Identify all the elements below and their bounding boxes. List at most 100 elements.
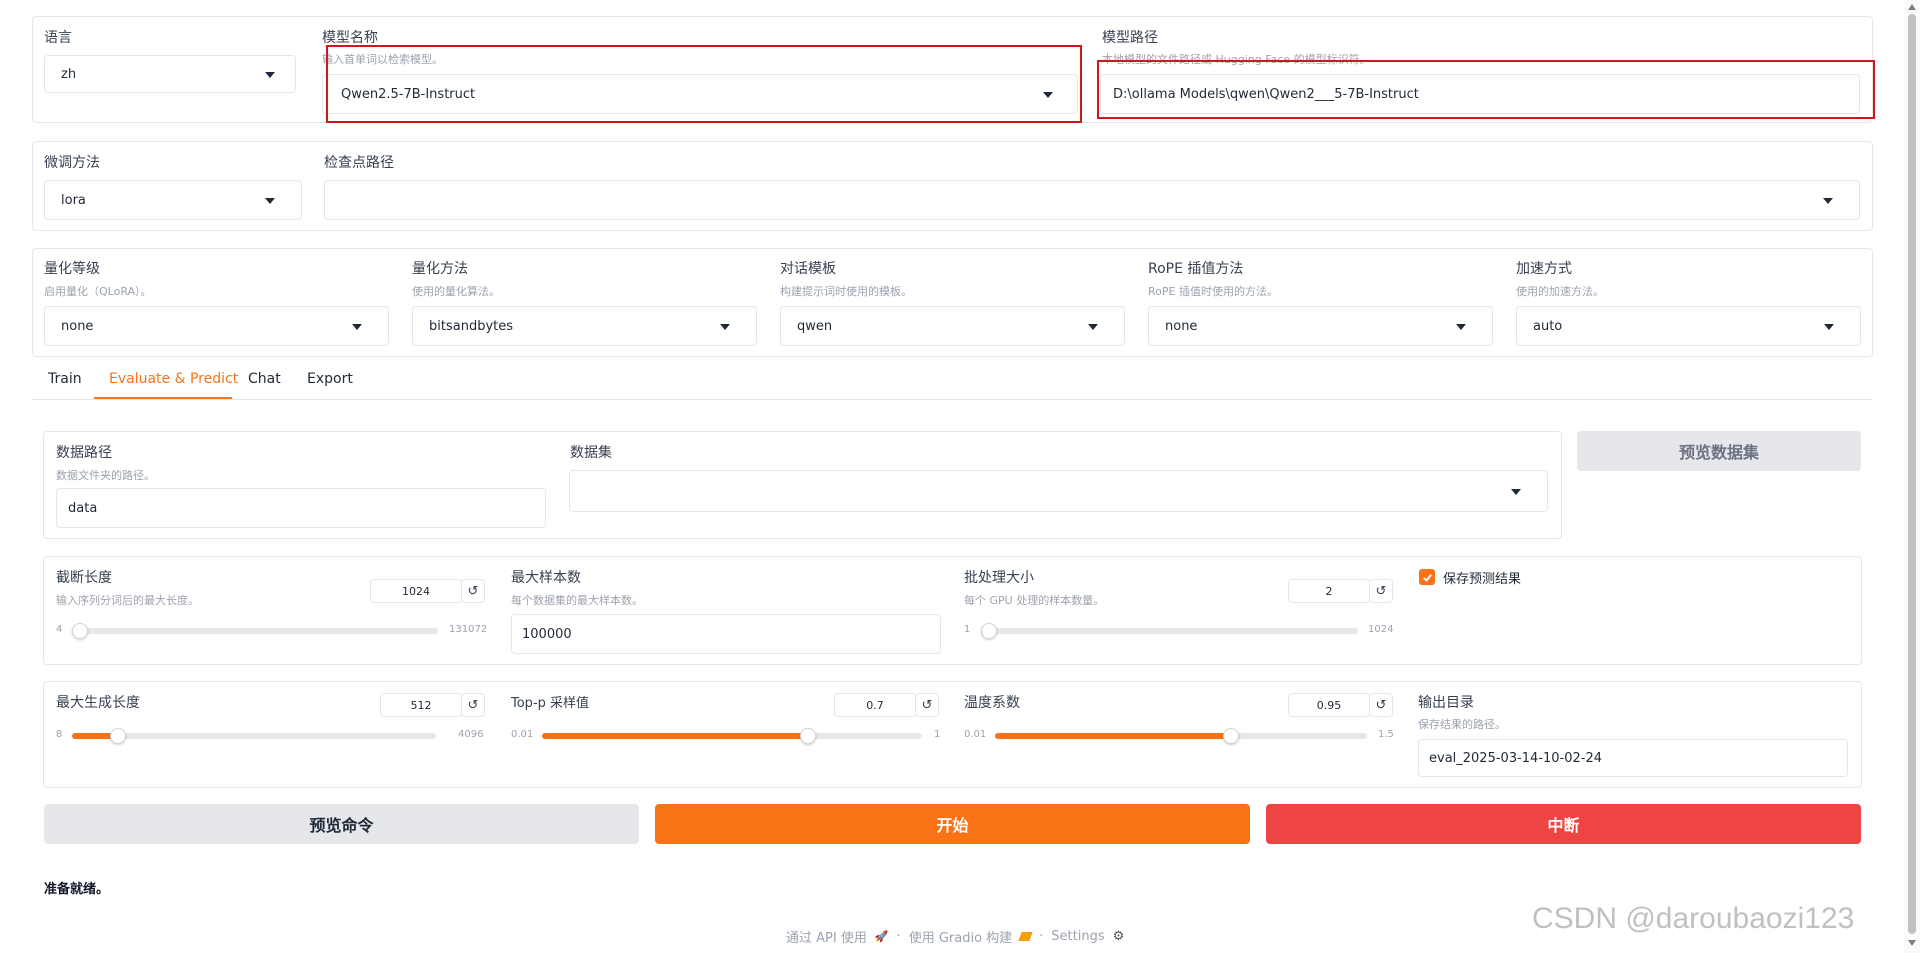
batch-size-min: 1: [964, 624, 971, 635]
dataset-dir-input[interactable]: data: [56, 488, 546, 528]
booster-value: auto: [1533, 318, 1563, 334]
max-new-tokens-max: 4096: [458, 729, 484, 740]
predict-label: 保存预测结果: [1443, 572, 1522, 587]
api-link[interactable]: 通过 API 使用: [786, 927, 867, 946]
output-dir-input[interactable]: eval_2025-03-14-10-02-24: [1418, 739, 1848, 777]
max-new-tokens-label: 最大生成长度: [56, 695, 140, 711]
temperature-min: 0.01: [964, 729, 987, 740]
booster-dropdown[interactable]: auto: [1516, 306, 1861, 346]
temperature-slider[interactable]: [995, 728, 1367, 744]
dataset-dir-info: 数据文件夹的路径。: [56, 469, 155, 482]
top-p-label: Top-p 采样值: [511, 696, 590, 711]
checkpoint-dropdown[interactable]: [324, 180, 1860, 220]
template-value: qwen: [797, 318, 833, 334]
top-p-slider-fill: [542, 733, 807, 739]
batch-size-number-input[interactable]: 2: [1288, 579, 1370, 603]
cutoff-len-info: 输入序列分词后的最大长度。: [56, 594, 199, 607]
chevron-down-icon: [1823, 198, 1833, 204]
cutoff-len-slider-thumb[interactable]: [71, 623, 88, 639]
max-samples-label: 最大样本数: [511, 570, 581, 586]
tab-evaluate-predict[interactable]: Evaluate & Predict: [109, 371, 238, 387]
batch-size-reset-button[interactable]: ↺: [1369, 579, 1393, 603]
stop-button[interactable]: 中断: [1266, 804, 1861, 844]
cutoff-len-min: 4: [56, 624, 63, 635]
csdn-watermark: CSDN @daroubaozi123: [1532, 902, 1855, 935]
quant-method-info: 使用的量化算法。: [412, 285, 500, 298]
finetune-method-label: 微调方法: [44, 155, 100, 171]
top-p-slider[interactable]: [542, 728, 922, 744]
chevron-down-icon: [1511, 489, 1521, 495]
quant-method-value: bitsandbytes: [429, 318, 514, 334]
dataset-dropdown[interactable]: [569, 470, 1548, 512]
footer: 通过 API 使用 🚀 · 使用 Gradio 构建 · Settings ⚙: [786, 927, 1125, 946]
cutoff-len-max: 131072: [449, 624, 488, 635]
scroll-up-icon[interactable]: [1908, 4, 1916, 10]
batch-size-slider[interactable]: [981, 623, 1358, 639]
model-path-label: 模型路径: [1102, 30, 1158, 46]
top-p-reset-button[interactable]: ↺: [915, 693, 939, 717]
scrollbar-thumb[interactable]: [1908, 14, 1916, 934]
template-dropdown[interactable]: qwen: [780, 306, 1125, 346]
scrollbar[interactable]: [1904, 0, 1920, 953]
checkpoint-label: 检查点路径: [324, 155, 394, 171]
temperature-slider-fill: [995, 733, 1230, 739]
gear-icon[interactable]: ⚙: [1113, 929, 1125, 944]
top-p-slider-thumb[interactable]: [799, 728, 816, 744]
start-button[interactable]: 开始: [655, 804, 1250, 844]
max-samples-input[interactable]: 100000: [511, 614, 941, 654]
rope-value: none: [1165, 318, 1198, 334]
max-new-tokens-min: 8: [56, 729, 63, 740]
batch-size-label: 批处理大小: [964, 570, 1034, 586]
footer-separator: ·: [896, 928, 901, 944]
gradio-link[interactable]: 使用 Gradio 构建: [909, 927, 1012, 946]
cutoff-len-slider[interactable]: [71, 623, 438, 639]
footer-separator: ·: [1039, 928, 1044, 944]
chevron-down-icon: [265, 198, 275, 204]
temperature-number-input[interactable]: 0.95: [1288, 693, 1370, 717]
top-p-number-input[interactable]: 0.7: [834, 693, 916, 717]
max-new-tokens-slider[interactable]: [72, 728, 436, 744]
chevron-down-icon: [1088, 324, 1098, 330]
chevron-down-icon: [1824, 324, 1834, 330]
highlight-box-model-path: [1097, 60, 1875, 119]
temperature-slider-thumb[interactable]: [1222, 728, 1239, 744]
rope-dropdown[interactable]: none: [1148, 306, 1493, 346]
quant-method-dropdown[interactable]: bitsandbytes: [412, 306, 757, 346]
cutoff-len-reset-button[interactable]: ↺: [461, 579, 485, 603]
top-p-max: 1: [934, 729, 941, 740]
language-dropdown[interactable]: zh: [44, 55, 296, 93]
max-new-tokens-number-input[interactable]: 512: [380, 693, 462, 717]
tab-bar-border: [32, 399, 1873, 400]
preview-dataset-button[interactable]: 预览数据集: [1577, 431, 1861, 471]
batch-size-max: 1024: [1368, 624, 1394, 635]
tab-export[interactable]: Export: [307, 371, 353, 387]
chevron-down-icon: [1456, 324, 1466, 330]
quant-bit-dropdown[interactable]: none: [44, 306, 389, 346]
tab-train[interactable]: Train: [48, 371, 82, 387]
max-new-tokens-reset-button[interactable]: ↺: [461, 693, 485, 717]
settings-link[interactable]: Settings: [1051, 929, 1104, 944]
finetune-method-value: lora: [61, 192, 86, 208]
temperature-label: 温度系数: [964, 695, 1020, 711]
preview-command-button[interactable]: 预览命令: [44, 804, 639, 844]
chevron-down-icon: [720, 324, 730, 330]
output-dir-label: 输出目录: [1418, 695, 1474, 711]
scroll-down-icon[interactable]: [1908, 940, 1916, 946]
quant-bit-label: 量化等级: [44, 261, 100, 277]
cutoff-len-number-input[interactable]: 1024: [370, 579, 462, 603]
finetune-method-dropdown[interactable]: lora: [44, 180, 302, 220]
model-name-label: 模型名称: [322, 30, 378, 46]
language-value: zh: [61, 66, 77, 82]
tab-chat[interactable]: Chat: [248, 371, 281, 387]
temperature-reset-button[interactable]: ↺: [1369, 693, 1393, 717]
quant-bit-value: none: [61, 318, 94, 334]
predict-checkbox[interactable]: [1419, 569, 1435, 585]
rocket-icon: 🚀: [874, 929, 889, 943]
top-p-min: 0.01: [511, 729, 534, 740]
quant-bit-info: 启用量化（QLoRA）。: [44, 285, 152, 298]
output-dir-value: eval_2025-03-14-10-02-24: [1429, 750, 1603, 766]
status-message: 准备就绪。: [44, 882, 110, 897]
highlight-box-model-name: [326, 45, 1082, 123]
max-new-tokens-slider-thumb[interactable]: [109, 728, 126, 744]
quant-method-label: 量化方法: [412, 261, 468, 277]
